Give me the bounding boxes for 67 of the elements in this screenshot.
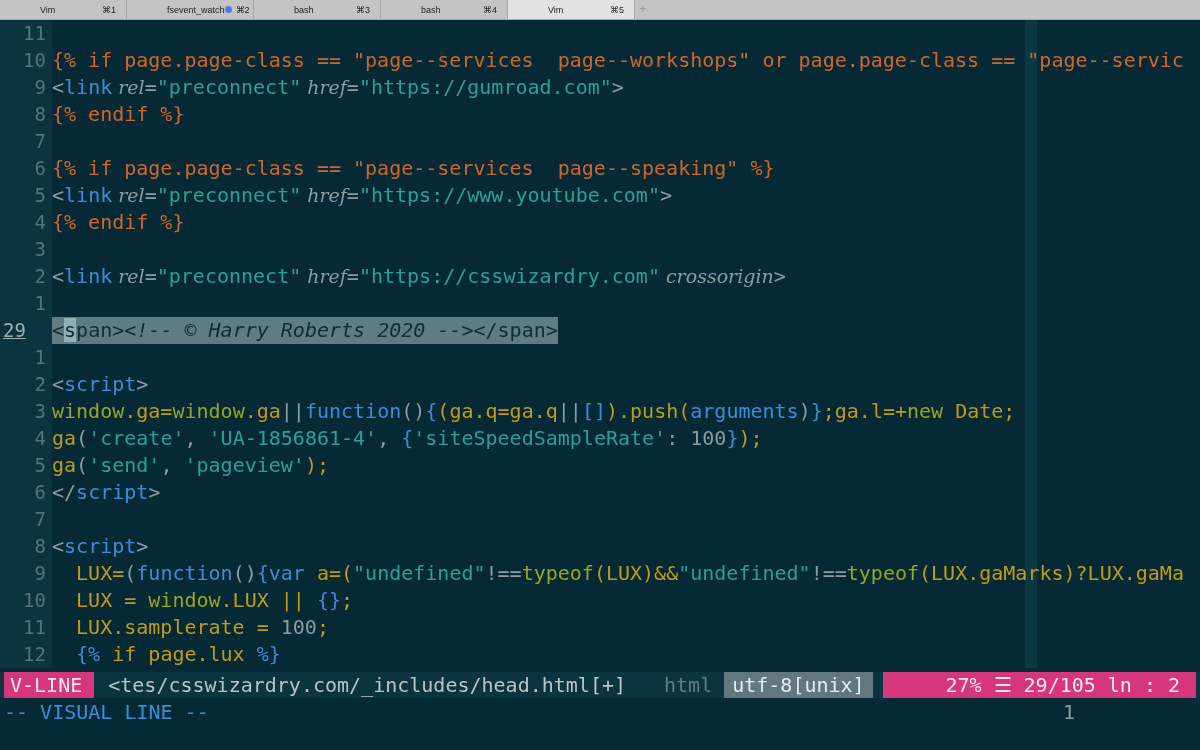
- terminal-tab[interactable]: bash ⌘3: [254, 0, 381, 19]
- line-number: 5: [0, 182, 52, 209]
- line-number: 11: [0, 614, 52, 641]
- shortcut-label: ⌘5: [610, 4, 624, 15]
- separator: :: [1143, 672, 1156, 698]
- line-number: 11: [0, 20, 52, 47]
- line-number: 9: [0, 560, 52, 587]
- file-encoding: utf-8[unix]: [724, 672, 873, 698]
- code-line: {% if page.page-class == "page--services page--workshops" or page.page-class == "page--servic: [52, 47, 1184, 74]
- code-line: </script>: [52, 479, 161, 506]
- line-label: ln: [1107, 672, 1132, 698]
- file-path: <tes/csswizardry.com/_includes/head.html[+]: [107, 672, 627, 698]
- terminal-tab[interactable]: Vim ⌘5: [508, 0, 635, 19]
- tab-title: fsevent_watch: [167, 4, 225, 15]
- code-line: LUX.samplerate = 100;: [75, 614, 329, 641]
- shortcut-label: ⌘4: [483, 4, 497, 15]
- code-line: {% if page.lux %}: [75, 641, 281, 668]
- line-number: 10: [0, 587, 52, 614]
- code-line: window.ga=window.ga||function(){(ga.q=ga.q||[]).push(arguments)};ga.l=+new Date;: [52, 398, 1016, 425]
- shortcut-label: ⌘1: [102, 4, 116, 15]
- code-line: LUX=(function(){var a=("undefined"!==typeof(LUX)&&"undefined"!==typeof(LUX.gaMarks)?LUX.gaMa: [75, 560, 1184, 587]
- line-number: 1: [0, 290, 52, 317]
- lines-glyph: ☰: [993, 672, 1012, 698]
- line-number: 6: [0, 155, 52, 182]
- code-line: <script>: [52, 371, 149, 398]
- line-number: 1: [0, 344, 52, 371]
- file-type: html: [663, 672, 714, 698]
- line-number: 7: [0, 128, 52, 155]
- tab-title: Vim: [548, 4, 564, 15]
- line-number: 6: [0, 479, 52, 506]
- terminal-tab[interactable]: Vim ⌘1: [0, 0, 127, 19]
- line-number: 2: [0, 371, 52, 398]
- scroll-percent: 27%: [945, 672, 982, 698]
- code-line: <link rel="preconnect" href="https://gumroad.com">: [52, 74, 624, 101]
- line-number: 3: [0, 398, 52, 425]
- mode-message: -- VISUAL LINE --: [4, 699, 209, 726]
- line-number: 8: [0, 101, 52, 128]
- code-line: ga('send', 'pageview');: [52, 452, 329, 479]
- code-line: {% if page.page-class == "page--services page--speaking" %}: [52, 155, 775, 182]
- column-number: 2: [1167, 672, 1180, 698]
- code-line: <link rel="preconnect" href="https://csswizardry.com" crossorigin>: [52, 263, 786, 290]
- code-line: <script>: [52, 533, 149, 560]
- code-line: <link rel="preconnect" href="https://www.youtube.com">: [52, 182, 672, 209]
- tab-title: Vim: [40, 4, 56, 15]
- tab-title: bash: [421, 4, 441, 15]
- shortcut-label: ⌘2: [235, 4, 250, 15]
- code-line: LUX = window.LUX || {};: [75, 587, 354, 614]
- line-number: 5: [0, 452, 52, 479]
- code-line: {% endif %}: [52, 209, 185, 236]
- selection-count: 1: [1062, 699, 1075, 726]
- code-line: ga('create', 'UA-1856861-4', {'siteSpeedSampleRate': 100});: [52, 425, 763, 452]
- terminal-tab[interactable]: fsevent_watch ⌘2: [127, 0, 254, 19]
- tab-title: bash: [294, 4, 314, 15]
- code-line: {% endif %}: [52, 101, 185, 128]
- cursor-position: 29/105: [1023, 672, 1096, 698]
- line-number: 10: [0, 47, 52, 74]
- shortcut-label: ⌘3: [356, 4, 370, 15]
- line-number: 4: [0, 425, 52, 452]
- line-number: 29: [0, 317, 52, 344]
- mode-indicator: V-LINE: [4, 672, 95, 698]
- line-number: 9: [0, 74, 52, 101]
- line-number: 4: [0, 209, 52, 236]
- line-number: 12: [0, 641, 52, 668]
- line-number: 8: [0, 533, 52, 560]
- line-number: 3: [0, 236, 52, 263]
- line-number: 2: [0, 263, 52, 290]
- line-number: 7: [0, 506, 52, 533]
